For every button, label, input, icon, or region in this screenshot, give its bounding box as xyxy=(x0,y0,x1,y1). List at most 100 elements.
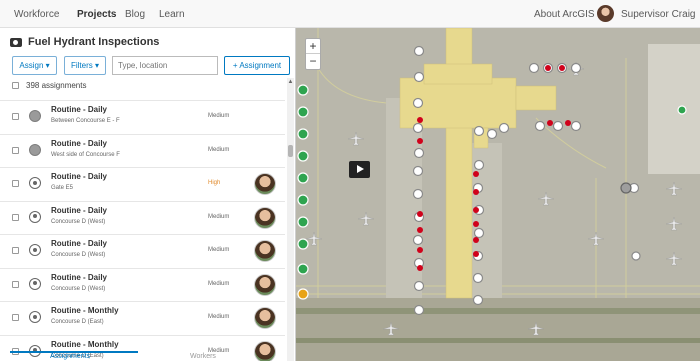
status-icon xyxy=(29,177,41,189)
assignment-row[interactable]: Routine - Daily Concourse D (West) Medium xyxy=(0,200,285,234)
zoom-in-button[interactable]: + xyxy=(306,39,320,54)
grass-strip xyxy=(296,308,700,314)
row-checkbox[interactable] xyxy=(12,146,19,154)
assignment-priority: Medium xyxy=(208,146,230,153)
row-checkbox[interactable] xyxy=(12,113,19,120)
nav-workforce[interactable]: Workforce xyxy=(14,9,59,20)
worker-avatar[interactable] xyxy=(254,206,276,229)
select-all-checkbox[interactable] xyxy=(12,82,19,89)
worker-avatar[interactable] xyxy=(254,307,276,329)
hydrant-marker[interactable] xyxy=(413,71,425,83)
map-view[interactable]: + − xyxy=(296,28,700,361)
assignment-title: Routine - Daily xyxy=(51,272,108,282)
assignment-row[interactable]: Routine - Daily Gate E5 High xyxy=(0,167,285,200)
worker-location-marker[interactable] xyxy=(297,128,309,140)
hydrant-marker[interactable] xyxy=(413,45,425,57)
worker-location-marker[interactable] xyxy=(297,263,309,275)
assigned-hydrant-marker[interactable] xyxy=(473,237,479,243)
assigned-hydrant-marker[interactable] xyxy=(417,265,423,271)
hydrant-marker[interactable] xyxy=(552,120,564,132)
hydrant-marker[interactable] xyxy=(473,125,485,137)
assignment-priority: Medium xyxy=(208,213,230,220)
assignment-row[interactable]: Routine - Monthly Concourse D (East) Mediu… xyxy=(0,301,285,334)
satellite-map[interactable] xyxy=(296,28,700,361)
hydrant-marker[interactable] xyxy=(413,280,425,292)
row-checkbox[interactable] xyxy=(12,280,19,288)
hydrant-marker[interactable] xyxy=(498,122,510,134)
hydrant-marker[interactable] xyxy=(528,62,540,74)
top-nav: Workforce Projects Blog Learn About ArcG… xyxy=(0,0,700,28)
hydrant-marker[interactable] xyxy=(473,227,485,239)
worker-avatar[interactable] xyxy=(254,173,276,195)
hydrant-marker[interactable] xyxy=(631,251,641,261)
assignment-row[interactable]: Routine - Daily Between Concourse E - F Me… xyxy=(0,100,285,133)
hydrant-marker[interactable] xyxy=(412,97,424,109)
row-checkbox[interactable] xyxy=(12,213,19,221)
worker-location-marker[interactable] xyxy=(297,216,309,228)
worker-location-marker[interactable] xyxy=(297,172,309,184)
worker-location-marker[interactable] xyxy=(677,105,687,115)
assigned-hydrant-marker[interactable] xyxy=(417,117,423,123)
hydrant-marker[interactable] xyxy=(620,182,632,194)
assigned-hydrant-marker[interactable] xyxy=(473,189,479,195)
nav-blog[interactable]: Blog xyxy=(125,9,145,20)
assigned-hydrant-marker[interactable] xyxy=(545,65,551,71)
row-checkbox[interactable] xyxy=(12,180,19,187)
worker-location-marker[interactable] xyxy=(297,238,309,250)
search-input[interactable] xyxy=(112,56,218,75)
assigned-hydrant-marker[interactable] xyxy=(473,251,479,257)
hydrant-marker[interactable] xyxy=(412,188,424,200)
assigned-hydrant-marker[interactable] xyxy=(473,207,479,213)
filters-button[interactable]: Filters ▾ xyxy=(64,56,106,75)
user-menu[interactable]: Supervisor Craig xyxy=(621,9,695,20)
zoom-out-button[interactable]: − xyxy=(306,54,320,69)
scroll-thumb[interactable] xyxy=(288,145,293,157)
assigned-hydrant-marker[interactable] xyxy=(559,65,565,71)
hydrant-marker[interactable] xyxy=(472,294,484,306)
hydrant-marker[interactable] xyxy=(473,159,485,171)
hydrant-marker[interactable] xyxy=(413,304,425,316)
assigned-hydrant-marker[interactable] xyxy=(473,171,479,177)
assigned-hydrant-marker[interactable] xyxy=(417,138,423,144)
tab-workers[interactable]: Workers xyxy=(190,353,216,360)
assignment-row[interactable]: Routine - Daily West side of Concourse F M… xyxy=(0,133,285,167)
row-checkbox[interactable] xyxy=(12,314,19,321)
play-icon[interactable] xyxy=(349,161,370,178)
worker-avatar[interactable] xyxy=(254,240,276,262)
worker-location-marker[interactable] xyxy=(297,106,309,118)
user-avatar[interactable] xyxy=(597,5,614,22)
hydrant-marker[interactable] xyxy=(413,147,425,159)
assign-button[interactable]: Assign ▾ xyxy=(12,56,57,75)
worker-avatar[interactable] xyxy=(254,273,276,296)
hydrant-marker[interactable] xyxy=(570,120,582,132)
hydrant-marker[interactable] xyxy=(570,62,582,74)
assigned-hydrant-marker[interactable] xyxy=(417,227,423,233)
worker-location-marker[interactable] xyxy=(297,288,309,300)
assignment-row[interactable]: Routine - Daily Concourse D (West) Medium xyxy=(0,234,285,267)
nav-learn[interactable]: Learn xyxy=(159,9,185,20)
nav-projects[interactable]: Projects xyxy=(77,9,116,20)
hydrant-marker[interactable] xyxy=(472,272,484,284)
assigned-hydrant-marker[interactable] xyxy=(565,120,571,126)
about-arcgis-link[interactable]: About ArcGIS xyxy=(534,9,595,20)
status-icon xyxy=(29,311,41,323)
hydrant-marker[interactable] xyxy=(486,128,498,140)
hydrant-marker[interactable] xyxy=(412,122,424,134)
new-assignment-button[interactable]: + Assignment xyxy=(224,56,290,75)
worker-location-marker[interactable] xyxy=(297,194,309,206)
worker-location-marker[interactable] xyxy=(297,150,309,162)
hydrant-marker[interactable] xyxy=(534,120,546,132)
hydrant-marker[interactable] xyxy=(412,234,424,246)
scroll-up-icon[interactable]: ▲ xyxy=(287,78,294,86)
assigned-hydrant-marker[interactable] xyxy=(547,120,553,126)
row-checkbox[interactable] xyxy=(12,247,19,254)
assignment-row[interactable]: Routine - Daily Concourse D (West) Medium xyxy=(0,267,285,301)
hydrant-marker[interactable] xyxy=(412,165,424,177)
assigned-hydrant-marker[interactable] xyxy=(473,221,479,227)
assigned-hydrant-marker[interactable] xyxy=(417,247,423,253)
assigned-hydrant-marker[interactable] xyxy=(417,211,423,217)
tab-assignments[interactable]: Assignments xyxy=(50,353,90,360)
panel-tabs: Assignments Workers xyxy=(0,351,295,361)
worker-location-marker[interactable] xyxy=(297,84,309,96)
list-scrollbar[interactable]: ▲ xyxy=(287,78,294,361)
